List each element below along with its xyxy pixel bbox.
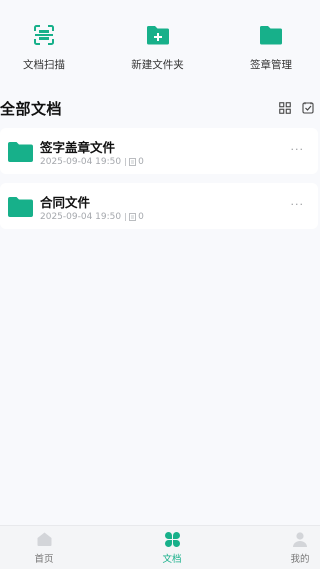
document-count-icon — [129, 158, 137, 166]
header-tools — [278, 101, 320, 115]
section-header: 全部文档 — [0, 96, 320, 120]
seal-management-button[interactable]: 签章管理 — [226, 22, 316, 72]
document-count: 0 — [138, 212, 144, 222]
grid-view-icon[interactable] — [278, 101, 292, 115]
document-count-icon — [129, 213, 137, 221]
clover-icon — [164, 531, 180, 547]
file-card[interactable]: 签字盖章文件 2025-09-04 19:50 0 ··· — [0, 128, 318, 174]
more-options-icon[interactable]: ··· — [291, 144, 305, 155]
scan-icon — [31, 22, 57, 48]
meta-divider — [125, 158, 127, 166]
file-meta: 2025-09-04 19:50 0 — [40, 157, 144, 167]
more-options-icon[interactable]: ··· — [291, 199, 305, 210]
nav-label-profile: 我的 — [290, 554, 310, 565]
quick-actions: 文档扫描 新建文件夹 签章管理 — [0, 22, 320, 72]
nav-item-profile[interactable]: 我的 — [250, 526, 320, 569]
seal-management-label: 签章管理 — [250, 59, 292, 71]
file-list: 签字盖章文件 2025-09-04 19:50 0 ··· 合同文件 2025-… — [0, 128, 320, 238]
page-title: 全部文档 — [0, 99, 63, 118]
file-date: 2025-09-04 19:50 — [40, 212, 122, 222]
folder-icon — [258, 22, 284, 48]
file-name: 合同文件 — [40, 195, 91, 210]
new-folder-button[interactable]: 新建文件夹 — [113, 22, 203, 72]
user-icon — [292, 531, 308, 547]
folder-icon — [8, 142, 33, 162]
nav-label-documents: 文档 — [162, 554, 182, 565]
new-folder-label: 新建文件夹 — [131, 59, 184, 71]
meta-divider — [125, 213, 127, 221]
file-date: 2025-09-04 19:50 — [40, 157, 122, 167]
home-icon — [36, 531, 52, 547]
file-name: 签字盖章文件 — [40, 140, 116, 155]
nav-item-home[interactable]: 首页 — [0, 526, 94, 569]
nav-label-home: 首页 — [34, 554, 54, 565]
file-card[interactable]: 合同文件 2025-09-04 19:50 0 ··· — [0, 183, 318, 229]
bottom-nav: 首页 文档 我的 — [0, 525, 320, 569]
nav-item-documents[interactable]: 文档 — [122, 526, 222, 569]
folder-plus-icon — [145, 22, 171, 48]
app-root: 文档扫描 新建文件夹 签章管理 全部文档 签字盖章文件 2025-09-04 1… — [0, 0, 320, 569]
select-checkbox-icon[interactable] — [301, 101, 315, 115]
scan-document-button[interactable]: 文档扫描 — [0, 22, 89, 72]
scan-document-label: 文档扫描 — [23, 59, 65, 71]
file-meta: 2025-09-04 19:50 0 — [40, 212, 144, 222]
document-count: 0 — [138, 157, 144, 167]
folder-icon — [8, 197, 33, 217]
